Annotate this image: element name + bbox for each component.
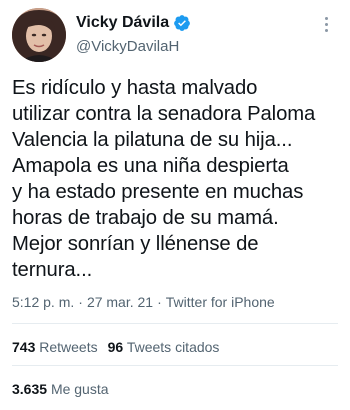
tweet-line: y ha estado presente en muchas — [12, 181, 304, 203]
retweets-link[interactable]: 743 Retweets — [12, 339, 98, 355]
quote-tweets-link[interactable]: 96 Tweets citados — [108, 339, 220, 355]
author-handle[interactable]: @VickyDavilaH — [76, 38, 179, 55]
tweet-date[interactable]: 27 mar. 21 — [87, 294, 153, 310]
tweet-line: ternura... — [12, 259, 93, 281]
retweets-label: Retweets — [39, 339, 98, 355]
tweet-card: Vicky Dávila @VickyDavilaH Es ridículo y… — [0, 0, 350, 410]
quotes-label: Tweets citados — [126, 339, 220, 355]
likes-count: 3.635 — [12, 381, 48, 397]
tweet-line: Es ridículo y hasta malvado — [12, 77, 258, 99]
tweet-line: Valencia la pilatuna de su hija... — [12, 129, 293, 151]
tweet-line: Mejor sonrían y llénense de — [12, 233, 259, 255]
tweet-line: utilizar contra la senadora Paloma — [12, 103, 316, 125]
quotes-count: 96 — [107, 339, 124, 355]
tweet-time[interactable]: 5:12 p. m. — [12, 294, 74, 310]
tweet-meta: 5:12 p. m. · 27 mar. 21 · Twitter for iPhone — [12, 294, 275, 310]
author-name-row[interactable]: Vicky Dávila — [76, 14, 191, 32]
divider — [12, 365, 338, 366]
more-vertical-icon[interactable] — [316, 12, 336, 36]
author-display-name[interactable]: Vicky Dávila — [76, 14, 169, 32]
avatar-image — [12, 8, 66, 62]
avatar[interactable] — [12, 8, 66, 62]
divider — [12, 323, 338, 324]
tweet-source[interactable]: Twitter for iPhone — [166, 294, 275, 310]
tweet-text: Es ridículo y hasta malvado utilizar con… — [12, 75, 342, 283]
tweet-line: horas de trabajo de su mamá. — [12, 207, 279, 229]
tweet-line: Amapola es una niña despierta — [12, 155, 289, 177]
likes-label: Me gusta — [50, 381, 109, 397]
verified-badge-icon — [174, 15, 190, 31]
retweets-count: 743 — [12, 339, 36, 355]
likes-link[interactable]: 3.635 Me gusta — [12, 381, 109, 397]
meta-separator: · — [78, 294, 83, 310]
meta-separator: · — [157, 294, 162, 310]
tweet-stats: 743 Retweets 96 Tweets citados — [12, 339, 219, 355]
